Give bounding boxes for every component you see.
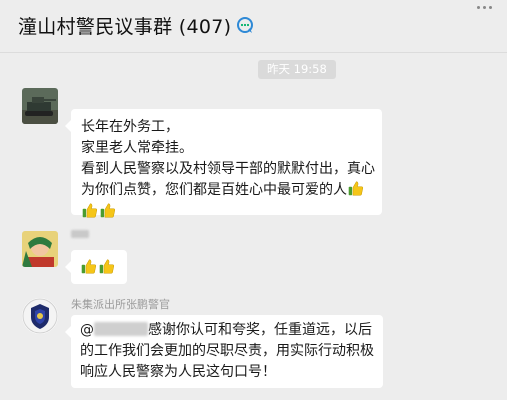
nickname-user-2-redacted bbox=[71, 230, 89, 238]
avatar-user-1[interactable] bbox=[22, 88, 58, 124]
message-bubble-3[interactable]: @ 感谢你认可和夸奖，任重道远，以后 的工作我们会更加的尽职尽责，用实际行动积极 … bbox=[65, 315, 383, 388]
message-3-text: @ 感谢你认可和夸奖，任重道远，以后 的工作我们会更加的尽职尽责，用实际行动积极 … bbox=[80, 320, 382, 383]
avatar-image-anime bbox=[22, 231, 58, 267]
message-1-emoji-line bbox=[81, 202, 381, 223]
mentioned-user-redacted bbox=[94, 322, 148, 336]
thumbs-up-icon bbox=[100, 203, 116, 218]
thumbs-up-icon bbox=[99, 259, 115, 274]
avatar-image-tank bbox=[22, 88, 58, 124]
chat-title: 潼山村警民议事群 (407) bbox=[18, 16, 232, 38]
timestamp-divider: 昨天 19:58 bbox=[258, 60, 336, 79]
message-3-line-3: 响应人民警察为人民这句口号！ bbox=[80, 364, 276, 380]
message-1-line-3: 看到人民警察以及村领导干部的默默付出，真心 bbox=[81, 161, 375, 177]
message-bubble-2[interactable] bbox=[65, 250, 127, 284]
message-1-line-1: 长年在外务工， bbox=[81, 119, 179, 135]
thumbs-up-icon bbox=[81, 259, 97, 274]
thumbs-up-icon bbox=[348, 181, 364, 196]
message-3-line-1: @ 感谢你认可和夸奖，任重道远，以后 bbox=[80, 320, 382, 341]
police-badge-icon bbox=[22, 298, 58, 334]
avatar-user-2[interactable] bbox=[22, 231, 58, 267]
chat-bubble-icon[interactable] bbox=[235, 15, 257, 37]
more-options-button[interactable] bbox=[473, 0, 495, 14]
message-1-text: 长年在外务工， 家里老人常牵挂。 看到人民警察以及村领导干部的默默付出，真心 为… bbox=[81, 117, 381, 223]
message-1-line-4-text: 为你们点赞，您们都是百姓心中最可爱的人 bbox=[81, 182, 347, 198]
message-1-line-4: 为你们点赞，您们都是百姓心中最可爱的人 bbox=[81, 180, 381, 201]
message-bubble-1[interactable]: 长年在外务工， 家里老人常牵挂。 看到人民警察以及村领导干部的默默付出，真心 为… bbox=[65, 109, 382, 218]
message-1-line-2: 家里老人常牵挂。 bbox=[81, 140, 193, 156]
chat-header: 潼山村警民议事群 (407) bbox=[0, 0, 507, 53]
message-3-line-2: 的工作我们会更加的尽职尽责，用实际行动积极 bbox=[80, 343, 374, 359]
nickname-police-officer: 朱集派出所张鹏警官 bbox=[71, 298, 170, 311]
thumbs-up-icon bbox=[82, 203, 98, 218]
chat-title-group: 潼山村警民议事群 (407) bbox=[18, 12, 257, 39]
avatar-police-officer[interactable] bbox=[22, 298, 58, 334]
mention-at-sign: @ bbox=[80, 322, 94, 338]
message-2-emoji-line bbox=[80, 258, 116, 279]
message-3-line-1-text: 感谢你认可和夸奖，任重道远，以后 bbox=[148, 322, 372, 338]
